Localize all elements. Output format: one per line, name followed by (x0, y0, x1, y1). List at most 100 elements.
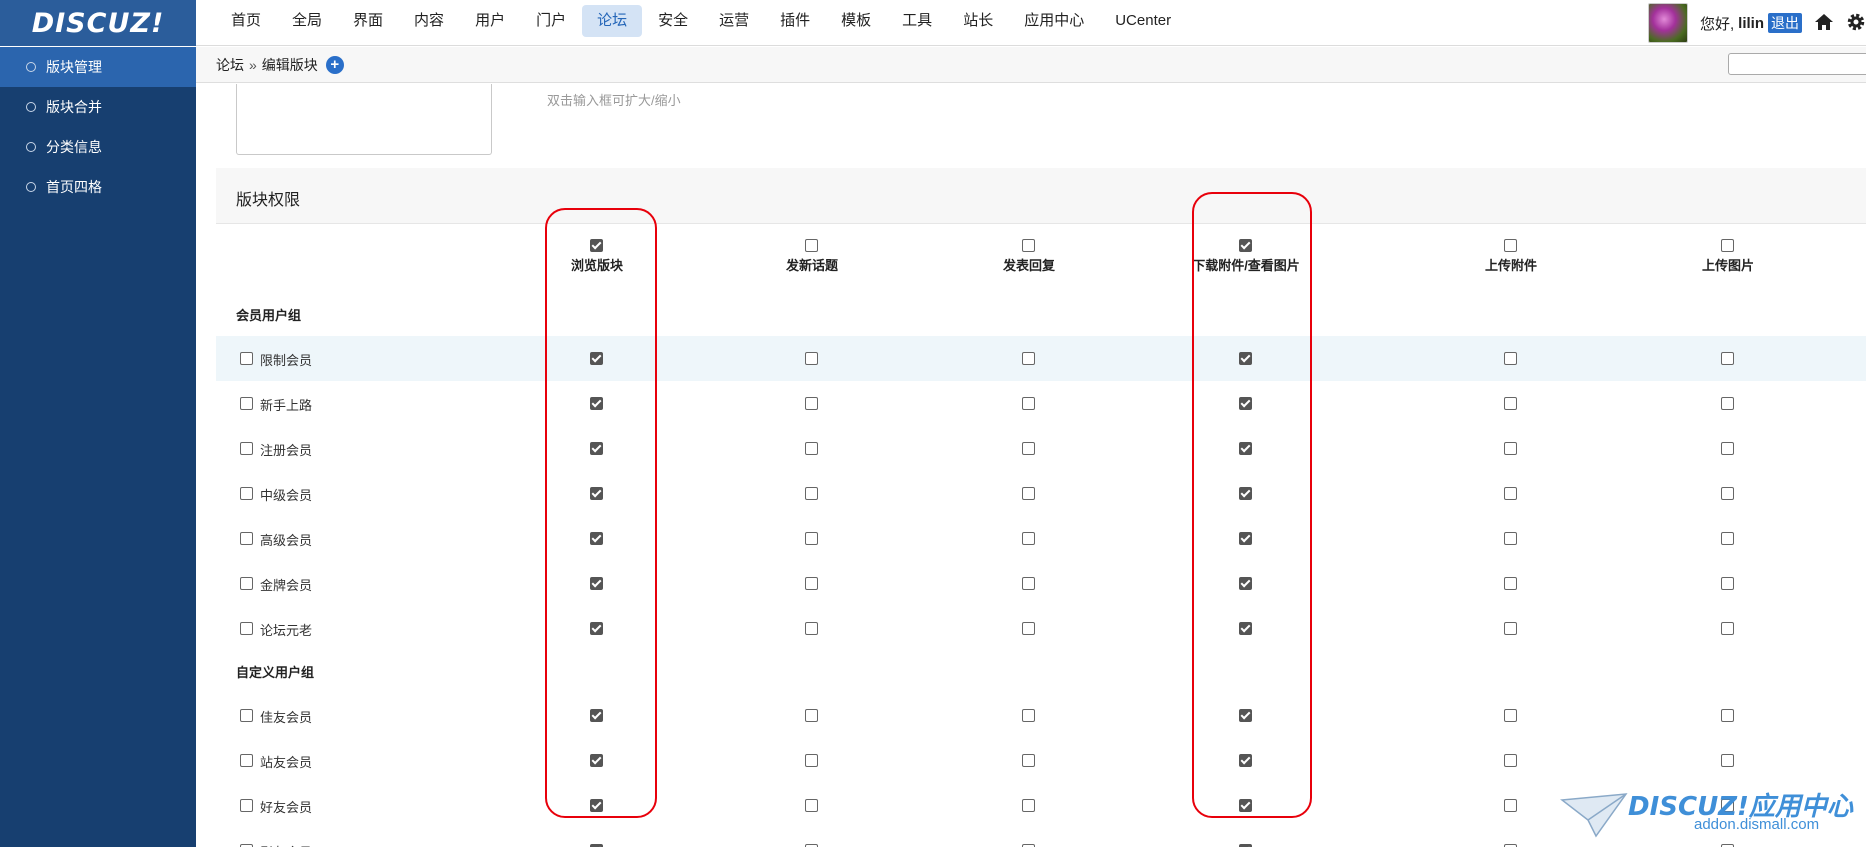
permission-checkbox[interactable] (1239, 754, 1252, 767)
avatar[interactable] (1647, 3, 1688, 43)
row-select-checkbox[interactable] (240, 532, 253, 545)
add-icon[interactable]: + (325, 56, 344, 74)
row-select-checkbox[interactable] (240, 487, 253, 500)
permission-checkbox[interactable] (1022, 442, 1035, 455)
topnav-item[interactable]: 插件 (765, 5, 825, 37)
permission-checkbox[interactable] (1239, 487, 1252, 500)
column-header-checkbox[interactable] (1022, 239, 1035, 252)
row-select-checkbox[interactable] (240, 397, 253, 410)
permission-checkbox[interactable] (1239, 352, 1252, 365)
permission-checkbox[interactable] (1239, 709, 1252, 722)
permission-checkbox[interactable] (1504, 487, 1517, 500)
permission-checkbox[interactable] (1022, 799, 1035, 812)
permission-checkbox[interactable] (590, 577, 603, 590)
permission-checkbox[interactable] (1721, 754, 1734, 767)
topnav-item[interactable]: 全局 (277, 5, 337, 37)
row-select-checkbox[interactable] (240, 709, 253, 722)
permission-checkbox[interactable] (1022, 577, 1035, 590)
permission-checkbox[interactable] (1239, 622, 1252, 635)
permission-checkbox[interactable] (590, 799, 603, 812)
topnav-item[interactable]: 应用中心 (1009, 5, 1099, 37)
description-textarea[interactable] (236, 84, 492, 155)
topnav-item[interactable]: UCenter (1100, 5, 1186, 37)
permission-checkbox[interactable] (1239, 532, 1252, 545)
permission-checkbox[interactable] (1721, 352, 1734, 365)
permission-checkbox[interactable] (590, 352, 603, 365)
permission-checkbox[interactable] (1022, 709, 1035, 722)
column-header-checkbox[interactable] (1239, 239, 1252, 252)
permission-checkbox[interactable] (590, 397, 603, 410)
sidebar-item[interactable]: 版块合并 (0, 87, 196, 127)
permission-checkbox[interactable] (590, 442, 603, 455)
permission-checkbox[interactable] (1721, 709, 1734, 722)
row-select-checkbox[interactable] (240, 754, 253, 767)
topnav-item[interactable]: 界面 (338, 5, 398, 37)
permission-checkbox[interactable] (1504, 442, 1517, 455)
topnav-item[interactable]: 安全 (643, 5, 703, 37)
permission-checkbox[interactable] (1504, 709, 1517, 722)
search-input[interactable] (1728, 53, 1866, 75)
topnav-item[interactable]: 运营 (704, 5, 764, 37)
permission-checkbox[interactable] (1504, 397, 1517, 410)
topnav-item[interactable]: 用户 (460, 5, 520, 37)
permission-checkbox[interactable] (805, 352, 818, 365)
permission-checkbox[interactable] (805, 397, 818, 410)
permission-checkbox[interactable] (1022, 487, 1035, 500)
topnav-item[interactable]: 门户 (521, 5, 581, 37)
permission-checkbox[interactable] (1239, 799, 1252, 812)
permission-checkbox[interactable] (1504, 754, 1517, 767)
column-header-checkbox[interactable] (590, 239, 603, 252)
permission-checkbox[interactable] (805, 799, 818, 812)
topnav-item[interactable]: 首页 (216, 5, 276, 37)
permission-checkbox[interactable] (1721, 442, 1734, 455)
permission-checkbox[interactable] (1504, 577, 1517, 590)
permission-checkbox[interactable] (1239, 577, 1252, 590)
permission-checkbox[interactable] (805, 577, 818, 590)
topnav-item[interactable]: 内容 (399, 5, 459, 37)
permission-checkbox[interactable] (1239, 397, 1252, 410)
permission-checkbox[interactable] (805, 532, 818, 545)
permission-checkbox[interactable] (805, 709, 818, 722)
row-select-checkbox[interactable] (240, 799, 253, 812)
permission-checkbox[interactable] (1504, 352, 1517, 365)
column-header-checkbox[interactable] (805, 239, 818, 252)
permission-checkbox[interactable] (590, 487, 603, 500)
topnav-item[interactable]: 模板 (826, 5, 886, 37)
row-select-checkbox[interactable] (240, 622, 253, 635)
column-header-checkbox[interactable] (1721, 239, 1734, 252)
permission-checkbox[interactable] (1022, 622, 1035, 635)
topnav-item[interactable]: 工具 (887, 5, 947, 37)
home-icon[interactable] (1814, 13, 1834, 34)
permission-checkbox[interactable] (1504, 622, 1517, 635)
permission-checkbox[interactable] (1721, 577, 1734, 590)
permission-checkbox[interactable] (1022, 352, 1035, 365)
permission-checkbox[interactable] (1504, 799, 1517, 812)
sidebar-item[interactable]: 版块管理 (0, 47, 196, 87)
permission-checkbox[interactable] (1022, 532, 1035, 545)
permission-checkbox[interactable] (1721, 487, 1734, 500)
column-header-checkbox[interactable] (1504, 239, 1517, 252)
permission-checkbox[interactable] (590, 754, 603, 767)
permission-checkbox[interactable] (805, 754, 818, 767)
permission-checkbox[interactable] (805, 442, 818, 455)
permission-checkbox[interactable] (805, 622, 818, 635)
permission-checkbox[interactable] (590, 709, 603, 722)
row-select-checkbox[interactable] (240, 577, 253, 590)
permission-checkbox[interactable] (590, 622, 603, 635)
permission-checkbox[interactable] (1239, 442, 1252, 455)
logout-button[interactable]: 退出 (1768, 13, 1802, 33)
permission-checkbox[interactable] (1721, 532, 1734, 545)
permission-checkbox[interactable] (1022, 397, 1035, 410)
sidebar-item[interactable]: 分类信息 (0, 127, 196, 167)
permission-checkbox[interactable] (1721, 397, 1734, 410)
permission-checkbox[interactable] (1022, 754, 1035, 767)
permission-checkbox[interactable] (590, 532, 603, 545)
permission-checkbox[interactable] (1504, 532, 1517, 545)
row-select-checkbox[interactable] (240, 352, 253, 365)
logo[interactable]: DISCUZ! (0, 0, 196, 46)
sidebar-item[interactable]: 首页四格 (0, 167, 196, 207)
topnav-item[interactable]: 论坛 (582, 5, 643, 37)
gear-icon[interactable] (1846, 12, 1866, 35)
breadcrumb-parent[interactable]: 论坛 (216, 55, 244, 75)
row-select-checkbox[interactable] (240, 442, 253, 455)
